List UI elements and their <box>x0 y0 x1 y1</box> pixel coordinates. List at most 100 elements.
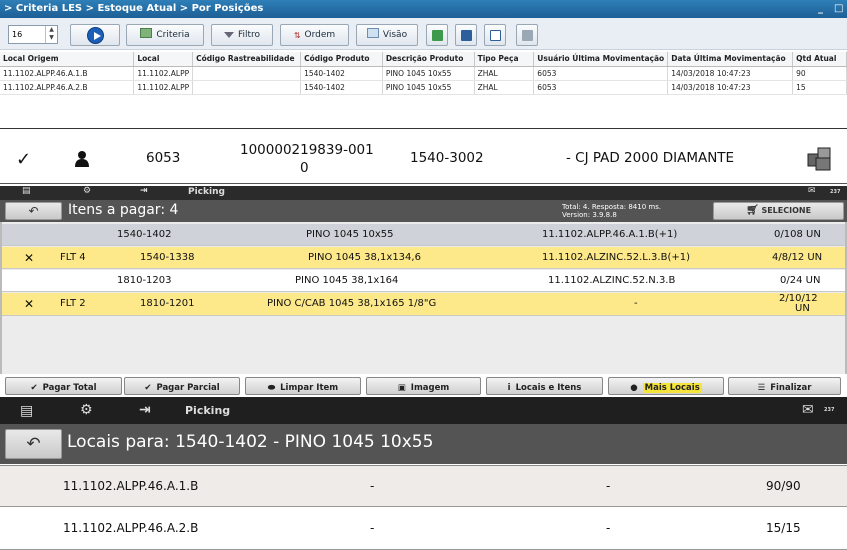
summary-user: 6053 <box>146 150 181 166</box>
item-local: 11.1102.ALZINC.52.L.3.B(+1) <box>542 252 690 263</box>
limpar-item-button[interactable]: ⬬ Limpar Item <box>245 377 361 395</box>
window-title-bar: > Criteria LES > Estoque Atual > Por Pos… <box>0 0 847 18</box>
pagar-parcial-button[interactable]: ✔ Pagar Parcial <box>124 377 240 395</box>
locations-header: ↶ Locais para: 1540-1402 - PINO 1045 10x… <box>0 424 847 464</box>
sort-icon: ⇅ <box>293 31 301 40</box>
tools-button[interactable] <box>516 24 538 46</box>
ordem-button[interactable]: ⇅ Ordem <box>280 24 349 46</box>
gear-icon[interactable]: ⚙ <box>83 186 91 196</box>
mail-icon[interactable]: ✉ <box>808 186 816 196</box>
item-qty: 0/108 UN <box>774 229 821 240</box>
grid-col-header[interactable]: Data Última Movimentação <box>667 52 794 67</box>
visao-button[interactable]: Visão <box>356 24 418 46</box>
location-code: 11.1102.ALPP.46.A.1.B <box>63 479 199 493</box>
summary-product-code: 1540-3002 <box>410 150 484 166</box>
pagar-total-button[interactable]: ✔ Pagar Total <box>5 377 122 395</box>
table-row[interactable]: 11.1102.ALPP.46.A.2.B 11.1102.ALPP 1540-14… <box>0 80 847 95</box>
grid-col-header[interactable]: Local Origem <box>0 52 135 67</box>
list-item[interactable]: ✕ FLT 2 1810-1201 PINO C/CAB 1045 38,1x165 … <box>2 293 845 316</box>
eraser-icon: ⬬ <box>267 383 276 393</box>
back-arrow-icon-2: ↶ <box>26 434 41 454</box>
item-qty-unit: UN <box>795 303 810 314</box>
grid-cell: PINO 1045 10x55 <box>382 66 475 81</box>
mail-badge-2: 237 <box>824 407 835 413</box>
list-item[interactable]: 1810-1203 PINO 1045 38,1x164 11.1102.ALZIN… <box>2 270 845 292</box>
grid-col-header[interactable]: Código Produto <box>300 52 383 67</box>
select-button[interactable]: 🛒︎ SELECIONE <box>713 202 844 220</box>
run-button[interactable] <box>70 24 120 46</box>
login-icon[interactable]: ⇥ <box>140 186 148 196</box>
remove-icon[interactable]: ✕ <box>24 297 34 311</box>
grid-col-header[interactable]: Código Rastreabilidade <box>192 52 302 67</box>
order-summary: ✓ 6053 100000219839-001 0 1540-3002 - CJ… <box>0 128 847 184</box>
grid-cell: 1540-1402 <box>300 80 383 95</box>
summary-description: - CJ PAD 2000 DIAMANTE <box>566 150 735 166</box>
grid-header-row: Local Origem Local Código Rastreabilidade C… <box>0 52 847 67</box>
item-local: 11.1102.ALZINC.52.N.3.B <box>548 275 676 286</box>
remove-icon[interactable]: ✕ <box>24 251 34 265</box>
location-row[interactable]: 11.1102.ALPP.46.A.1.B - - 90/90 <box>0 465 847 507</box>
location-row[interactable]: 11.1102.ALPP.46.A.2.B - - 15/15 <box>0 508 847 550</box>
locais-itens-button[interactable]: i Locais e Itens <box>486 377 603 395</box>
grid-col-header[interactable]: Local <box>133 52 194 67</box>
grid-col-header[interactable]: Descrição Produto <box>382 52 475 67</box>
finalizar-button[interactable]: ☰ Finalizar <box>728 377 841 395</box>
item-code: 1540-1338 <box>140 252 195 263</box>
picking-top-bar: ▤ ⚙ ⇥ Picking ✉ 237 <box>0 186 847 200</box>
item-local: 11.1102.ALPP.46.A.1.B(+1) <box>542 229 678 240</box>
grid-cell <box>192 66 302 81</box>
save-button[interactable] <box>455 24 477 46</box>
location-col-b: - <box>606 479 611 493</box>
maximize-button[interactable]: □ <box>834 0 843 18</box>
grid-cell: 11.1102.ALPP.46.A.1.B <box>0 66 135 81</box>
filtro-button[interactable]: Filtro <box>211 24 273 46</box>
login-icon-2[interactable]: ⇥ <box>139 402 151 418</box>
location-qty: 15/15 <box>766 521 801 535</box>
grid-cell: 15 <box>792 80 847 95</box>
summary-order-line2: 0 <box>300 160 309 176</box>
grid-col-header[interactable]: Tipo Peça <box>474 52 535 67</box>
minimize-button[interactable]: _ <box>818 0 823 18</box>
export-excel-button[interactable] <box>426 24 448 46</box>
gear-icon-2[interactable]: ⚙ <box>80 402 93 418</box>
criteria-button[interactable]: Criteria <box>126 24 204 46</box>
grid-col-header[interactable]: Qtd Atual <box>792 52 847 67</box>
code-button[interactable] <box>484 24 506 46</box>
location-code: 11.1102.ALPP.46.A.2.B <box>63 521 199 535</box>
imagem-button[interactable]: ▣ Imagem <box>366 377 481 395</box>
location-icon: ● <box>630 383 638 393</box>
check-icon: ✓ <box>16 149 32 170</box>
grid-col-header[interactable]: Usuário Última Movimentação <box>533 52 669 67</box>
menu-icon-2[interactable]: ▤ <box>20 403 33 419</box>
flt-label: FLT 4 <box>60 252 86 263</box>
location-qty: 90/90 <box>766 479 801 493</box>
stepper-arrows-icon[interactable]: ▲ ▼ <box>45 26 57 43</box>
page-size-value: 16 <box>12 30 23 39</box>
menu-icon[interactable]: ▤ <box>22 186 31 196</box>
list-item[interactable]: ✕ FLT 4 1540-1338 PINO 1045 38,1x134,6 11.11… <box>2 247 845 269</box>
breadcrumb: > Criteria LES > Estoque Atual > Por Pos… <box>4 3 264 14</box>
mais-locais-button[interactable]: ● Mais Locais <box>608 377 724 395</box>
back-button-2[interactable]: ↶ <box>5 429 62 459</box>
picking-header: ↶ Itens a pagar: 4 Total: 4. Resposta: 8… <box>0 200 847 222</box>
grid-cell: 14/03/2018 10:47:23 <box>667 66 794 81</box>
list-item[interactable]: 1540-1402 PINO 1045 10x55 11.1102.ALPP.46.… <box>2 224 845 246</box>
location-col-b: - <box>606 521 611 535</box>
stats-line1: Total: 4. Resposta: 8410 ms. <box>562 203 662 211</box>
stack-icon: ☰ <box>757 383 766 393</box>
locations-title: Locais para: 1540-1402 - PINO 1045 10x55 <box>67 432 434 452</box>
grid-cell: 14/03/2018 10:47:23 <box>667 80 794 95</box>
mail-icon-2[interactable]: ✉ <box>802 402 814 418</box>
location-col-a: - <box>370 521 375 535</box>
item-code: 1810-1201 <box>140 298 195 309</box>
table-row[interactable]: 11.1102.ALPP.46.A.1.B 11.1102.ALPP 1540-14… <box>0 66 847 81</box>
item-local: - <box>634 298 638 309</box>
grid-cell: ZHAL <box>474 80 535 95</box>
page-size-stepper[interactable]: 16 ▲ ▼ <box>8 25 58 44</box>
back-arrow-icon: ↶ <box>28 204 39 218</box>
back-button[interactable]: ↶ <box>5 202 62 220</box>
check-double-icon: ✔ <box>30 383 38 393</box>
grid-cell: 6053 <box>533 66 669 81</box>
view-icon <box>366 28 379 38</box>
camera-icon: ▣ <box>397 383 406 393</box>
